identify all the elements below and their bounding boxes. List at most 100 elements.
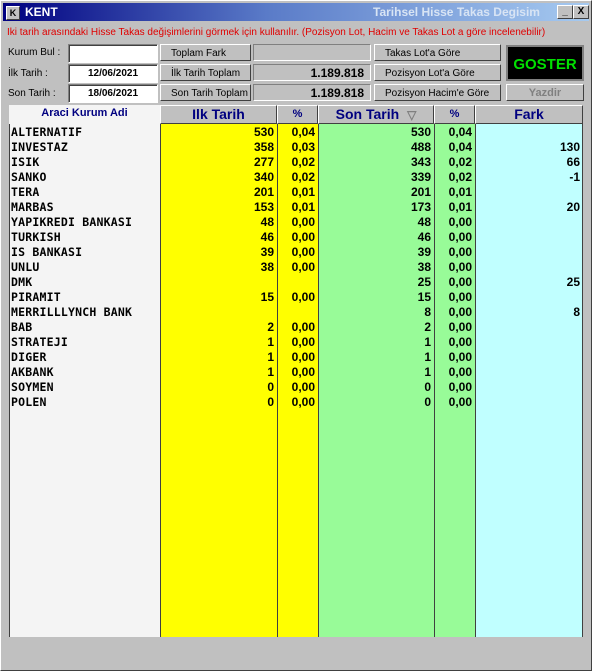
cell-name: DMK xyxy=(11,275,33,289)
cell-name: MERRILLLYNCH BANK xyxy=(11,305,133,319)
table-row[interactable]: YAPIKREDI BANKASI 48 0,00 48 0,00 xyxy=(9,215,583,230)
table-row[interactable]: DIGER 1 0,00 1 0,00 xyxy=(9,350,583,365)
cell-fark xyxy=(475,185,583,200)
cell-ilk-pct: 0,00 xyxy=(291,365,315,379)
info-text: İki tarih arasındaki Hisse Takas değişim… xyxy=(7,27,546,38)
cell-son: 1 xyxy=(424,350,431,364)
cell-son: 8 xyxy=(424,305,431,319)
cell-name: DIGER xyxy=(11,350,47,364)
cell-son-pct: 0,00 xyxy=(448,305,472,319)
yazdir-button[interactable]: Yazdir xyxy=(506,84,584,101)
cell-fark xyxy=(475,365,583,380)
cell-son-pct: 0,00 xyxy=(448,260,472,274)
window-title: KENT xyxy=(25,5,58,19)
pozisyon-lot-button[interactable]: Pozisyon Lot'a Göre xyxy=(374,64,501,81)
header-fark[interactable]: Fark xyxy=(475,105,583,124)
cell-ilk-pct: 0,02 xyxy=(291,155,315,169)
cell-ilk xyxy=(160,305,277,320)
table-row[interactable]: TURKISH 46 0,00 46 0,00 xyxy=(9,230,583,245)
title-bar[interactable]: K KENT Tarihsel Hisse Takas Degisim _ X xyxy=(3,3,589,21)
cell-fark xyxy=(475,380,583,395)
table-row[interactable]: STRATEJI 1 0,00 1 0,00 xyxy=(9,335,583,350)
header-son-tarih[interactable]: Son Tarih ▽ xyxy=(318,105,434,124)
close-button[interactable]: X xyxy=(573,5,589,19)
ilk-toplam-label: İlk Tarih Toplam xyxy=(160,64,251,81)
table-row[interactable]: UNLU 38 0,00 38 0,00 xyxy=(9,260,583,275)
son-tarih-input[interactable]: 18/06/2021 xyxy=(68,84,158,103)
ilk-tarih-input[interactable]: 12/06/2021 xyxy=(68,64,158,83)
cell-fark xyxy=(475,215,583,230)
table-row[interactable]: BAB 2 0,00 2 0,00 xyxy=(9,320,583,335)
kurum-bul-label: Kurum Bul : xyxy=(8,47,61,58)
cell-fark xyxy=(475,335,583,350)
cell-son: 15 xyxy=(417,290,431,304)
header-ilk-tarih[interactable]: Ilk Tarih xyxy=(160,105,277,124)
sort-down-icon: ▽ xyxy=(407,108,417,122)
cell-ilk-pct xyxy=(277,275,318,290)
cell-ilk: 340 xyxy=(253,170,274,184)
takas-lot-button[interactable]: Takas Lot'a Göre xyxy=(374,44,501,61)
header-son-pct[interactable]: % xyxy=(434,105,475,124)
cell-son: 0 xyxy=(424,380,431,394)
cell-name: TURKISH xyxy=(11,230,61,244)
cell-ilk: 38 xyxy=(260,260,274,274)
cell-son: 343 xyxy=(410,155,431,169)
son-toplam-label: Son Tarih Toplam xyxy=(160,84,251,101)
cell-ilk-pct: 0,02 xyxy=(291,170,315,184)
cell-name: INVESTAZ xyxy=(11,140,68,154)
cell-son: 339 xyxy=(410,170,431,184)
table-row[interactable]: DMK 25 0,00 25 xyxy=(9,275,583,290)
cell-son-pct: 0,00 xyxy=(448,380,472,394)
cell-ilk: 0 xyxy=(267,395,274,409)
table-row[interactable]: MARBAS 153 0,01 173 0,01 20 xyxy=(9,200,583,215)
table-row[interactable]: PIRAMIT 15 0,00 15 0,00 xyxy=(9,290,583,305)
cell-ilk: 153 xyxy=(253,200,274,214)
cell-ilk-pct: 0,04 xyxy=(291,125,315,139)
table-row[interactable]: MERRILLLYNCH BANK 8 0,00 8 xyxy=(9,305,583,320)
header-name[interactable]: Araci Kurum Adi xyxy=(9,105,160,124)
table-row[interactable]: AKBANK 1 0,00 1 0,00 xyxy=(9,365,583,380)
cell-ilk-pct: 0,00 xyxy=(291,215,315,229)
cell-ilk: 0 xyxy=(267,380,274,394)
cell-son-pct: 0,02 xyxy=(448,155,472,169)
cell-ilk-pct: 0,00 xyxy=(291,230,315,244)
pozisyon-hacim-button[interactable]: Pozisyon Hacim'e Göre xyxy=(374,84,501,101)
cell-name: MARBAS xyxy=(11,200,54,214)
cell-ilk-pct: 0,03 xyxy=(291,140,315,154)
cell-ilk: 277 xyxy=(253,155,274,169)
cell-son-pct: 0,00 xyxy=(448,320,472,334)
table-row[interactable]: TERA 201 0,01 201 0,01 xyxy=(9,185,583,200)
cell-ilk: 1 xyxy=(267,350,274,364)
table-row[interactable]: POLEN 0 0,00 0 0,00 xyxy=(9,395,583,410)
cell-fark xyxy=(475,395,583,410)
cell-ilk: 1 xyxy=(267,335,274,349)
cell-fark: 66 xyxy=(566,155,580,169)
cell-ilk: 39 xyxy=(260,245,274,259)
cell-son: 0 xyxy=(424,395,431,409)
header-ilk-pct[interactable]: % xyxy=(277,105,318,124)
table-row[interactable]: SOYMEN 0 0,00 0 0,00 xyxy=(9,380,583,395)
app-window: K KENT Tarihsel Hisse Takas Degisim _ X … xyxy=(0,0,592,671)
cell-son-pct: 0,00 xyxy=(448,230,472,244)
table-row[interactable]: ALTERNATIF 530 0,04 530 0,04 xyxy=(9,125,583,140)
goster-button[interactable]: GOSTER xyxy=(506,45,584,81)
cell-fark: 8 xyxy=(573,305,580,319)
cell-fark xyxy=(475,230,583,245)
cell-fark: 25 xyxy=(566,275,580,289)
cell-fark xyxy=(475,260,583,275)
cell-son-pct: 0,00 xyxy=(448,365,472,379)
cell-name: ALTERNATIF xyxy=(11,125,83,139)
cell-son: 1 xyxy=(424,335,431,349)
table-row[interactable]: ISIK 277 0,02 343 0,02 66 xyxy=(9,155,583,170)
kurum-bul-input[interactable] xyxy=(68,44,158,63)
cell-fark: 130 xyxy=(559,140,580,154)
cell-son-pct: 0,00 xyxy=(448,395,472,409)
cell-son-pct: 0,02 xyxy=(448,170,472,184)
cell-ilk-pct: 0,00 xyxy=(291,290,315,304)
table-row[interactable]: IS BANKASI 39 0,00 39 0,00 xyxy=(9,245,583,260)
table-row[interactable]: SANKO 340 0,02 339 0,02 -1 xyxy=(9,170,583,185)
table-row[interactable]: INVESTAZ 358 0,03 488 0,04 130 xyxy=(9,140,583,155)
cell-ilk: 358 xyxy=(253,140,274,154)
son-tarih-label: Son Tarih : xyxy=(8,88,56,99)
minimize-button[interactable]: _ xyxy=(557,5,573,19)
